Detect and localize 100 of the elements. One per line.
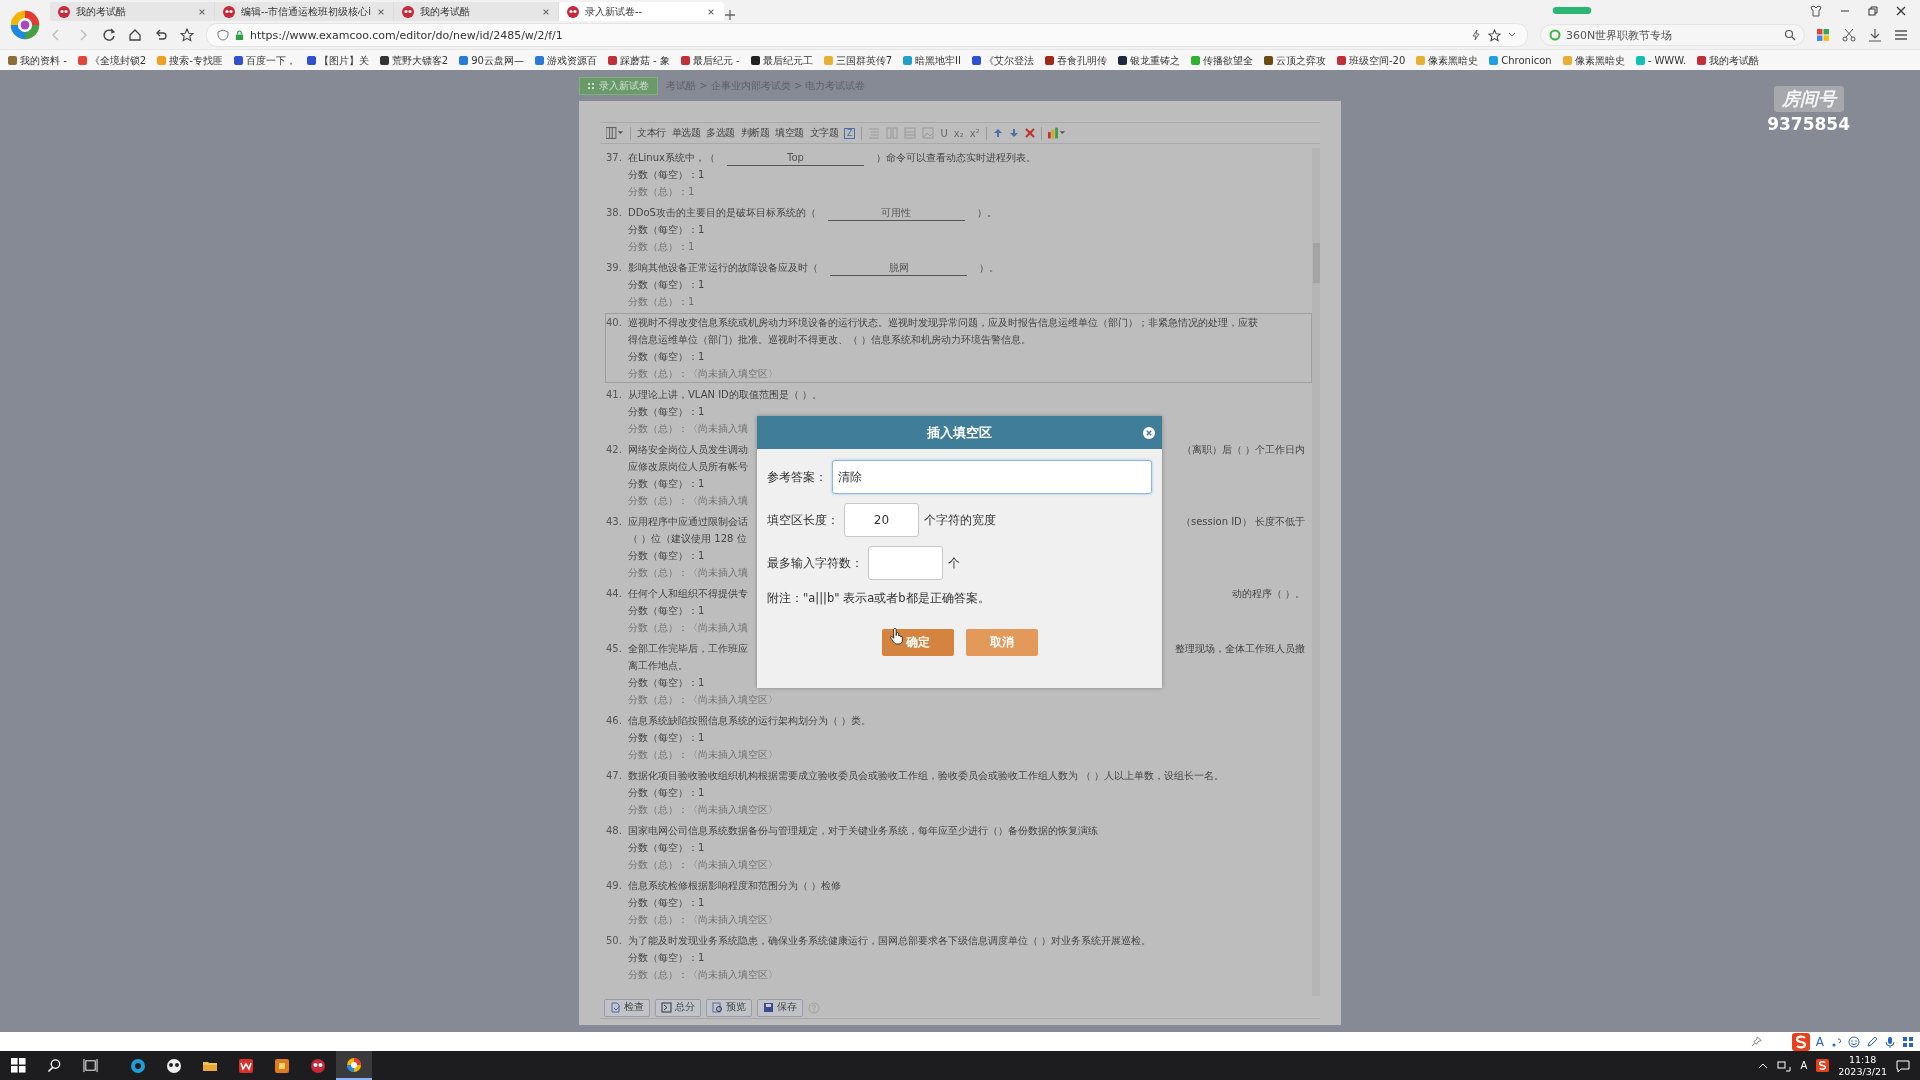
input-mode-text[interactable]: A xyxy=(1815,1034,1824,1049)
question-text: 为了能及时发现业务系统隐患，确保业务系统健康运行，国网总部要求各下级信息调度单位（ ）对业务系统开展巡检。 xyxy=(628,934,1152,948)
input-field[interactable] xyxy=(868,546,943,580)
star-icon[interactable] xyxy=(180,28,194,42)
bookmark-item[interactable]: 暗黑地牢II xyxy=(903,53,961,68)
address-bar[interactable]: https://www.examcoo.com/editor/do/new/id/2485/w/2/f/1 xyxy=(206,23,1528,47)
delete-icon[interactable] xyxy=(1024,128,1035,138)
table-icon[interactable] xyxy=(606,127,624,139)
answer-blank[interactable]: Top xyxy=(726,150,864,166)
bookmark-item[interactable]: 最后纪元 - xyxy=(680,53,740,68)
taskbar-app[interactable] xyxy=(336,1051,372,1080)
bookmark-item[interactable]: 三国群英传7 xyxy=(823,53,893,68)
bookmark-item[interactable]: 像素黑暗史 xyxy=(1416,53,1479,68)
bookmark-item[interactable]: 90云盘网— xyxy=(459,53,524,68)
bookmark-item[interactable]: 荒野大镖客2 xyxy=(379,53,449,68)
chart-icon[interactable] xyxy=(1047,127,1066,139)
toolbar-button[interactable]: 判断题 xyxy=(740,126,769,140)
footer-button[interactable]: 检查 xyxy=(604,998,650,1017)
undo-icon[interactable] xyxy=(154,28,168,42)
bookmark-item[interactable]: 云顶之弈攻 xyxy=(1263,53,1326,68)
exam-app-icon xyxy=(310,1057,326,1074)
network-icon[interactable] xyxy=(1777,1059,1792,1072)
question-item[interactable]: 40. 巡视时不得改变信息系统或机房动力环境设备的运行状态。巡视时发现异常问题，应及时报告信息运维单位（部门）；非紧急情况的处理，应获 得信息运维单位（部门）批准。巡视时不得更改、（ ）信息系统和机房动力环境告警信息。 分数（每空）：1 分数（总）：〈尚未插入填空区〉 xyxy=(605,313,1312,383)
question-item[interactable]: 37. 在Linux系统中，（ Top ）命令可以查看动态实时进程列表。 分数（每空）：1 分数（总）：1 xyxy=(605,148,1312,201)
browser-tab[interactable]: 我的考试酷 xyxy=(394,2,559,21)
question-item[interactable]: 39. 影响其他设备正常运行的故障设备应及时（ 脱网 ）。 分数（每空）：1 分数（总）：1 xyxy=(605,258,1312,311)
emoji-icon[interactable] xyxy=(1848,1035,1860,1048)
toolbar-button[interactable]: 填空题 xyxy=(775,126,804,140)
close-icon[interactable] xyxy=(1896,5,1906,16)
question-item[interactable]: 49. 信息系统检修根据影响程度和范围分为（ ）检修 分数（每空）：1 分数（总）：〈尚未插入填空区〉 xyxy=(605,876,1312,929)
bookmark-item[interactable]: 吞食孔明传 xyxy=(1044,53,1107,68)
toolbar-button[interactable]: 文本行 xyxy=(637,126,666,140)
download-icon[interactable] xyxy=(1868,28,1882,42)
bookmark-item[interactable]: Chronicon xyxy=(1489,55,1552,66)
field-label: 参考答案： xyxy=(767,469,827,485)
bookmark-item[interactable]: 传播欲望全 xyxy=(1190,53,1253,68)
toolbar-button[interactable]: 单选题 xyxy=(671,126,700,140)
answer-blank[interactable]: 可用性 xyxy=(827,205,965,221)
star-icon[interactable] xyxy=(1488,28,1501,42)
pen-icon[interactable] xyxy=(1866,1035,1878,1048)
search-box[interactable]: 360N世界职教节专场 xyxy=(1540,24,1805,46)
browser-tab[interactable]: 我的考试酷 xyxy=(50,2,215,21)
question-item[interactable]: 48. 国家电网公司信息系统数据备份与管理规定，对于关键业务系统，每年应至少进行（）备份数据的恢复演练 分数（每空）：1 分数（总）：〈尚未插入填空区〉 xyxy=(605,821,1312,874)
question-item[interactable]: 46. 信息系统缺陷按照信息系统的运行架构划分为（ ）类。 分数（每空）：1 分数（总）：〈尚未插入填空区〉 xyxy=(605,711,1312,764)
punctuation-icon[interactable] xyxy=(1830,1035,1842,1048)
microphone-icon[interactable] xyxy=(1884,1035,1896,1048)
menu-icon[interactable] xyxy=(1894,28,1908,42)
scroll-thumb[interactable] xyxy=(1312,243,1320,283)
bookmark-item[interactable]: 像素黑暗史 xyxy=(1562,53,1625,68)
bookmark-item[interactable]: 《艾尔登法 xyxy=(971,53,1034,68)
question-item[interactable]: 38. DDoS攻击的主要目的是破坏目标系统的（ 可用性 ）。 分数（每空）：1 分数（总）：1 xyxy=(605,203,1312,256)
question-item[interactable]: 47. 数据化项目验收验收组织机构根据需要成立验收委员会或验收工作组，验收委员会或验收工作组人数为 （ ）人以上单数，设组长一名。 分数（每空）：1 分数（总）：〈尚未插入填空区〉 xyxy=(605,766,1312,819)
bookmark-item[interactable]: 搜索-专找匪 xyxy=(157,53,223,68)
home-icon[interactable] xyxy=(128,28,142,42)
arrow-down-icon[interactable] xyxy=(1008,128,1019,138)
task-view-icon[interactable] xyxy=(82,1058,98,1073)
bookmark-item[interactable]: 最后纪元工 xyxy=(750,53,813,68)
pin-icon[interactable] xyxy=(1750,1036,1762,1047)
bookmark-item[interactable]: 我的资料 - xyxy=(8,53,67,68)
office-app-icon xyxy=(238,1057,254,1074)
apps-icon[interactable] xyxy=(1817,28,1830,42)
toolbar-button[interactable]: 文字题 xyxy=(809,126,838,140)
bookmark-item[interactable]: 我的考试酷 xyxy=(1697,53,1760,68)
close-icon[interactable] xyxy=(707,7,715,16)
grid-icon[interactable] xyxy=(1902,1035,1914,1048)
footer-button[interactable]: 预览 xyxy=(706,998,752,1017)
scrollbar[interactable] xyxy=(1312,148,1320,996)
start-icon[interactable] xyxy=(10,1058,26,1073)
bookmark-item[interactable]: 班级空间-20 xyxy=(1336,53,1406,68)
input-field[interactable]: 清除 xyxy=(832,460,1152,494)
search-icon[interactable] xyxy=(46,1058,62,1073)
search-icon[interactable] xyxy=(1784,29,1796,41)
footer-button[interactable]: 保存 xyxy=(757,998,803,1017)
scissors-icon[interactable] xyxy=(1842,28,1856,42)
bookmark-item[interactable]: 银龙重铸之 xyxy=(1117,53,1180,68)
answer-blank[interactable]: 脱网 xyxy=(830,260,967,276)
browser-tab[interactable]: 编辑--市信通运检班初级核心i xyxy=(215,2,394,21)
bookmark-item[interactable]: 百度一下， xyxy=(233,53,296,68)
reload-icon[interactable] xyxy=(102,28,116,42)
question-item[interactable]: 50. 为了能及时发现业务系统隐患，确保业务系统健康运行，国网总部要求各下级信息调度单位（ ）对业务系统开展巡检。 分数（每空）：1 分数（总）：〈尚未插入填空区〉 xyxy=(605,931,1312,984)
notification-icon[interactable] xyxy=(1896,1058,1910,1073)
bookmark-item[interactable]: 【图片】关 xyxy=(306,53,369,68)
input-mode-text[interactable]: A xyxy=(1800,1060,1808,1071)
footer-button[interactable]: 总分 xyxy=(655,998,701,1017)
lightning-icon[interactable] xyxy=(1470,29,1482,41)
bookmark-item[interactable]: - WWW. xyxy=(1635,55,1687,66)
sogou-logo-icon[interactable] xyxy=(1816,1059,1830,1072)
clock[interactable]: 11:18 2023/3/21 xyxy=(1838,1053,1887,1078)
confirm-button[interactable]: 确定 xyxy=(881,629,954,656)
skin-icon[interactable] xyxy=(1810,4,1822,17)
arrow-up-icon[interactable] xyxy=(992,128,1003,138)
toolbar-button[interactable]: 多选题 xyxy=(706,126,735,140)
bookmark-item[interactable]: 《全境封锁2 xyxy=(77,53,147,68)
bookmark-item[interactable]: 踩蘑菇 - 象 xyxy=(607,53,670,68)
new-tab-icon[interactable] xyxy=(724,9,736,21)
browser-tab[interactable]: 录入新试卷-- xyxy=(559,2,724,21)
bookmark-item[interactable]: 游戏资源百 xyxy=(534,53,597,68)
input-field[interactable]: 20 xyxy=(844,503,919,537)
restore-icon[interactable] xyxy=(1868,5,1878,16)
browser-logo-icon[interactable] xyxy=(9,8,41,41)
